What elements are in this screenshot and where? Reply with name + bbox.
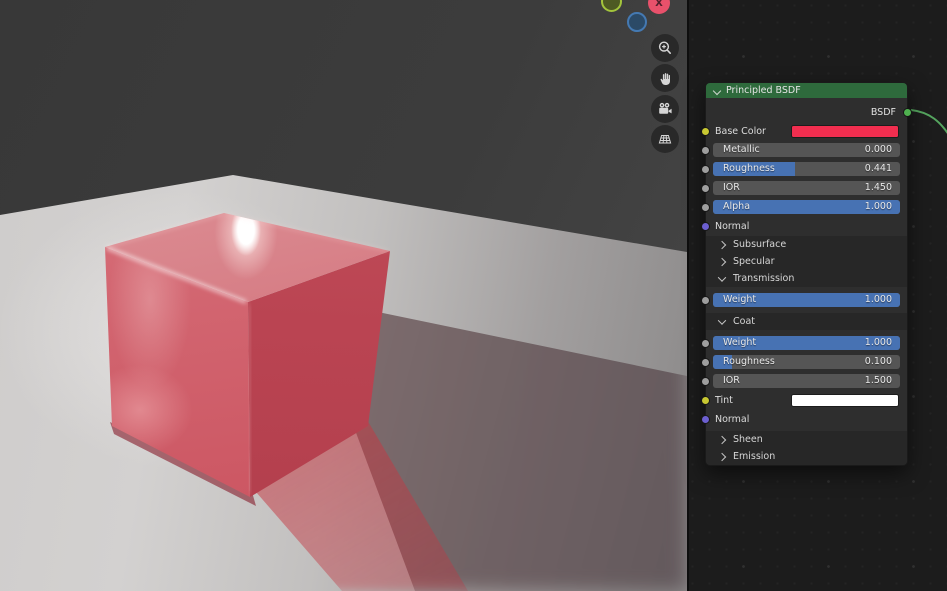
cube-object[interactable] [0, 0, 687, 591]
sheen-panel-header[interactable]: Sheen [713, 431, 900, 448]
coat-weight-value: 1.000 [865, 336, 892, 350]
metallic-label: Metallic [723, 143, 760, 157]
node-body: BSDF Base Color Metallic 0.000 [706, 98, 907, 465]
cube-edge-highlights [0, 0, 687, 591]
coat-tint-swatch[interactable] [791, 394, 899, 407]
camera-view-button[interactable] [651, 95, 679, 123]
chevron-right-icon [718, 435, 726, 443]
metallic-row: Metallic 0.000 [713, 143, 900, 157]
shader-node-editor[interactable]: Principled BSDF BSDF Base Color Metal [687, 0, 947, 591]
alpha-value: 1.000 [865, 200, 892, 214]
coat-ior-value: 1.500 [865, 374, 892, 388]
bsdf-output-socket[interactable] [903, 108, 912, 117]
alpha-label: Alpha [723, 200, 750, 214]
orthographic-grid-icon [657, 131, 673, 147]
zoom-button[interactable] [651, 34, 679, 62]
transmission-weight-label: Weight [723, 293, 756, 307]
chevron-down-icon [718, 316, 726, 324]
ior-row: IOR 1.450 [713, 181, 900, 195]
specular-label: Specular [733, 256, 775, 267]
3d-viewport[interactable]: X [0, 0, 687, 591]
alpha-input-socket[interactable] [701, 203, 710, 212]
chevron-right-icon [718, 240, 726, 248]
alpha-slider[interactable]: Alpha 1.000 [713, 200, 900, 214]
ior-slider[interactable]: IOR 1.450 [713, 181, 900, 195]
collapse-chevron-icon[interactable] [713, 86, 721, 94]
emission-label: Emission [733, 451, 775, 462]
roughness-input-socket[interactable] [701, 165, 710, 174]
blender-window: X [0, 0, 947, 591]
roughness-row: Roughness 0.441 [713, 162, 900, 176]
gizmo-z-axis-ball[interactable] [627, 12, 647, 32]
roughness-slider[interactable]: Roughness 0.441 [713, 162, 900, 176]
coat-panel-header[interactable]: Coat [713, 313, 900, 330]
coat-roughness-value: 0.100 [865, 355, 892, 369]
sheen-label: Sheen [733, 434, 763, 445]
ior-value: 1.450 [865, 181, 892, 195]
metallic-input-socket[interactable] [701, 146, 710, 155]
coat-ior-slider[interactable]: IOR 1.500 [713, 374, 900, 388]
gizmo-x-label: X [655, 0, 663, 9]
coat-tint-input-socket[interactable] [701, 396, 710, 405]
alpha-row: Alpha 1.000 [713, 200, 900, 214]
roughness-label: Roughness [723, 162, 775, 176]
transmission-weight-value: 1.000 [865, 293, 892, 307]
panel-band: Subsurface Specular Transmission [706, 236, 907, 287]
node-header[interactable]: Principled BSDF [706, 83, 907, 98]
principled-bsdf-node[interactable]: Principled BSDF BSDF Base Color Metal [705, 82, 908, 466]
base-color-row: Base Color [713, 124, 900, 138]
zoom-icon [657, 40, 673, 56]
coat-normal-input-socket[interactable] [701, 415, 710, 424]
coat-weight-label: Weight [723, 336, 756, 350]
bsdf-output-label: BSDF [871, 107, 900, 118]
ior-label: IOR [723, 181, 740, 195]
coat-roughness-label: Roughness [723, 355, 775, 369]
pan-hand-icon [658, 71, 673, 86]
chevron-down-icon [718, 273, 726, 281]
coat-roughness-input-socket[interactable] [701, 358, 710, 367]
ior-input-socket[interactable] [701, 184, 710, 193]
chevron-right-icon [718, 257, 726, 265]
coat-normal-label: Normal [713, 414, 749, 425]
normal-label: Normal [713, 221, 749, 232]
roughness-value: 0.441 [865, 162, 892, 176]
coat-roughness-slider[interactable]: Roughness 0.100 [713, 355, 900, 369]
coat-weight-slider[interactable]: Weight 1.000 [713, 336, 900, 350]
panel-band: Coat [706, 313, 907, 330]
metallic-slider[interactable]: Metallic 0.000 [713, 143, 900, 157]
base-color-input-socket[interactable] [701, 127, 710, 136]
coat-weight-input-socket[interactable] [701, 339, 710, 348]
coat-ior-row: IOR 1.500 [713, 374, 900, 388]
subsurface-panel-header[interactable]: Subsurface [713, 236, 900, 253]
coat-normal-row: Normal [713, 412, 900, 426]
normal-input-socket[interactable] [701, 222, 710, 231]
transmission-panel-header[interactable]: Transmission [713, 270, 900, 287]
pan-button[interactable] [651, 64, 679, 92]
node-title: Principled BSDF [726, 85, 801, 96]
emission-panel-header[interactable]: Emission [713, 448, 900, 465]
chevron-right-icon [718, 452, 726, 460]
coat-tint-row: Tint [713, 393, 900, 407]
panel-band: Sheen Emission [706, 431, 907, 465]
subsurface-label: Subsurface [733, 239, 786, 250]
coat-tint-label: Tint [713, 395, 733, 406]
orthographic-toggle-button[interactable] [651, 125, 679, 153]
base-color-swatch[interactable] [791, 125, 899, 138]
transmission-weight-row: Weight 1.000 [713, 293, 900, 307]
transmission-label: Transmission [733, 273, 794, 284]
coat-ior-label: IOR [723, 374, 740, 388]
coat-label: Coat [733, 316, 755, 327]
base-color-label: Base Color [713, 126, 766, 137]
bsdf-output-row: BSDF [713, 105, 900, 119]
metallic-value: 0.000 [865, 143, 892, 157]
transmission-weight-slider[interactable]: Weight 1.000 [713, 293, 900, 307]
normal-row: Normal [713, 219, 900, 233]
camera-view-icon [657, 101, 673, 117]
specular-panel-header[interactable]: Specular [713, 253, 900, 270]
coat-weight-row: Weight 1.000 [713, 336, 900, 350]
transmission-weight-input-socket[interactable] [701, 296, 710, 305]
coat-ior-input-socket[interactable] [701, 377, 710, 386]
coat-roughness-row: Roughness 0.100 [713, 355, 900, 369]
